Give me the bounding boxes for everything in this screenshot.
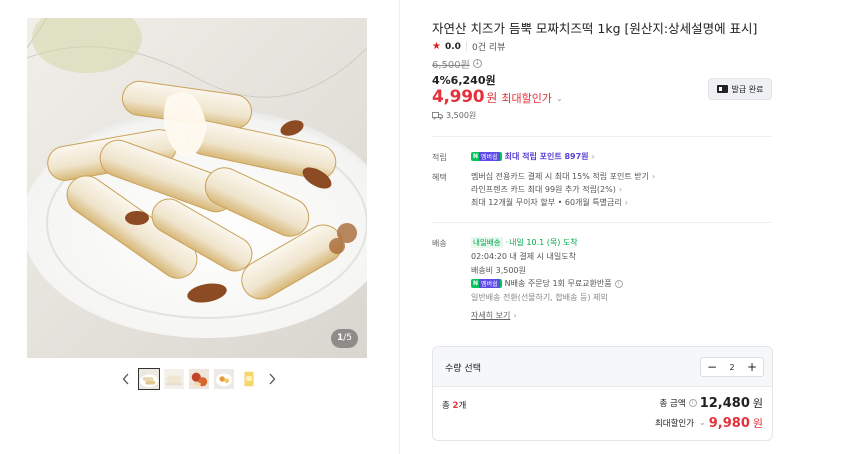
total-amount-row: 총 금액 i 12,480 원	[660, 395, 763, 411]
rating-row[interactable]: ★ 0.0 | 0건 리뷰	[432, 40, 505, 53]
currency-unit: 원	[752, 397, 763, 410]
next-thumbnail-button[interactable]	[263, 367, 281, 391]
currency-unit: 원	[752, 417, 763, 430]
thumbnail-image	[239, 369, 259, 389]
purchase-box: 수량 선택 − 2 + 총 2개 총 금액 i 12,480 원 최대할인가 ⌄…	[432, 346, 773, 441]
rating-score: 0.0	[444, 41, 461, 52]
chevron-right-icon: ›	[591, 152, 595, 161]
coupon-issued-button[interactable]: 발급 완료	[708, 78, 772, 100]
column-divider	[399, 0, 400, 454]
benefit-label: 혜택	[432, 173, 447, 182]
thumbnail-image	[214, 369, 234, 389]
thumbnail-image	[164, 369, 184, 389]
exclusion-text: 일반배송 전환(선물하기, 합배송 등) 제외	[471, 293, 608, 302]
point-row[interactable]: N 멤버쉽 최대 적립 포인트 897원 ›	[471, 151, 595, 162]
max-discount-row[interactable]: 4,990 원 최대할인가 ⌄	[432, 87, 563, 107]
info-icon[interactable]: i	[688, 399, 697, 407]
thumbnail-3[interactable]	[188, 368, 210, 390]
coupon-icon	[716, 85, 728, 93]
quantity-row: 수량 선택 − 2 +	[433, 347, 772, 387]
point-label: 적립	[432, 153, 447, 162]
max-total-label: 최대할인가	[654, 419, 695, 429]
max-total-value: 9,980	[708, 415, 750, 431]
shipping-cost: 3,500원	[432, 110, 476, 121]
exchange-row: N 멤버쉽 N배송 주문당 1회 무료교환반품 i	[471, 278, 623, 289]
detail-link[interactable]: 자세히 보기	[471, 310, 510, 321]
total-count: 총 2개	[442, 401, 467, 411]
info-icon[interactable]: i	[614, 279, 623, 288]
exchange-text: N배송 주문당 1회 무료교환반품	[504, 279, 612, 288]
review-count[interactable]: 0건 리뷰	[472, 40, 505, 53]
arrival-text: · 내일 10.1 (목) 도착	[505, 238, 578, 247]
info-icon[interactable]: i	[472, 59, 482, 68]
chevron-right-icon	[269, 373, 276, 385]
image-counter: 1/5	[330, 329, 358, 348]
truck-icon	[432, 111, 443, 119]
thumbnail-image	[139, 369, 159, 389]
discount-price-row: 4%6,240원	[432, 74, 496, 87]
decrease-button[interactable]: −	[705, 360, 719, 374]
max-discount-label: 최대할인가	[501, 92, 552, 105]
divider	[432, 222, 772, 223]
chevron-down-icon: ⌄	[699, 417, 706, 427]
coupon-button-label: 발급 완료	[731, 84, 764, 94]
chevron-right-icon: ›	[624, 198, 628, 207]
increase-button[interactable]: +	[745, 360, 759, 374]
thumbnail-1[interactable]	[138, 368, 160, 390]
detail-link-row[interactable]: 자세히 보기 ›	[471, 310, 517, 321]
thumbnail-5[interactable]	[238, 368, 260, 390]
benefit-text: 멤버십 전용카드 결제 시 최대 15% 적립 포인트 받기	[471, 172, 649, 181]
product-title: 자연산 치즈가 듬뿍 모짜치즈떡 1kg [원산지:상세설명에 표시]	[432, 21, 758, 36]
divider	[432, 136, 772, 137]
max-point-link: 최대 적립 포인트 897원	[504, 152, 589, 161]
benefit-item-1[interactable]: 멤버십 전용카드 결제 시 최대 15% 적립 포인트 받기 ›	[471, 171, 655, 182]
benefit-item-3[interactable]: 최대 12개월 무이자 할부 • 60개월 특별금리 ›	[471, 197, 628, 208]
max-total-row[interactable]: 최대할인가 ⌄ 9,980 원	[655, 415, 763, 431]
tomorrow-delivery-badge: 내일배송	[471, 237, 503, 248]
chevron-right-icon: ›	[513, 311, 517, 320]
total-amount-label: 총 금액	[659, 399, 686, 409]
shipping-cost-value: 3,500원	[446, 111, 477, 120]
max-discount-price: 4,990	[432, 87, 485, 107]
thumbnail-4[interactable]	[213, 368, 235, 390]
benefit-text: 최대 12개월 무이자 할부 • 60개월 특별금리	[471, 198, 622, 207]
delivery-label: 배송	[432, 239, 447, 248]
benefit-text: 라인프렌즈 카드 최대 99원 추가 적립(2%)	[471, 185, 616, 194]
chevron-right-icon: ›	[651, 172, 656, 181]
original-price: 6,500원 i	[432, 56, 482, 71]
npay-membership-badge: N 멤버쉽	[471, 152, 502, 161]
thumbnail-image	[189, 369, 209, 389]
product-main-image[interactable]: 1/5	[27, 18, 367, 358]
thumbnail-2[interactable]	[163, 368, 185, 390]
chevron-right-icon: ›	[618, 185, 623, 194]
rating-separator: |	[464, 41, 468, 52]
quantity-label: 수량 선택	[445, 364, 481, 374]
tteokbokki-photo	[27, 18, 367, 358]
thumbnail-strip	[117, 366, 281, 392]
delivery-fee: 배송비 3,500원	[471, 266, 526, 275]
chevron-down-icon: ⌄	[555, 94, 563, 103]
chevron-left-icon	[122, 373, 129, 385]
star-icon: ★	[432, 41, 441, 52]
npay-membership-badge: N 멤버쉽	[471, 279, 502, 288]
currency-unit: 원	[486, 91, 498, 105]
time-text: 02:04:20 내 결제 시 내일도착	[471, 252, 576, 261]
original-price-value: 6,500원	[432, 60, 470, 71]
benefit-item-2[interactable]: 라인프렌즈 카드 최대 99원 추가 적립(2%) ›	[471, 184, 622, 195]
arrival-row: 내일배송 · 내일 10.1 (목) 도착	[471, 237, 578, 248]
quantity-stepper[interactable]: − 2 +	[700, 357, 764, 377]
quantity-value[interactable]: 2	[729, 363, 734, 372]
prev-thumbnail-button[interactable]	[117, 367, 135, 391]
total-amount-value: 12,480	[699, 395, 750, 411]
